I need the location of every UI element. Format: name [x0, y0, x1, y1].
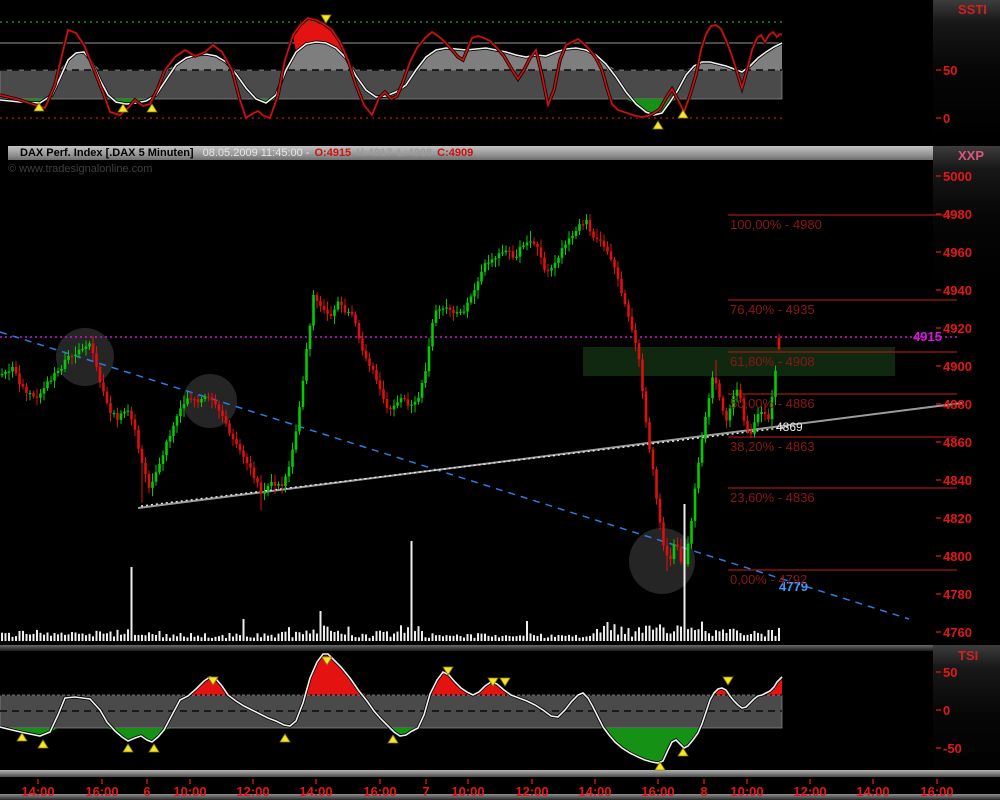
- buy-signal-triangle: [652, 120, 664, 130]
- close-value: C:4909: [437, 147, 474, 159]
- buy-signal-triangle: [677, 747, 689, 757]
- buy-signal-triangle: [279, 733, 291, 743]
- chart-title-bar[interactable]: DAX Perf. Index [.DAX 5 Minuten] 08.05.2…: [8, 146, 933, 160]
- sell-signal-triangle: [722, 676, 734, 686]
- sell-signal-triangle: [499, 677, 511, 687]
- buy-signal-triangle: [37, 739, 49, 749]
- chart-canvas[interactable]: [0, 0, 1000, 800]
- open-value: O:4915: [314, 147, 352, 159]
- low-value: L:4908: [397, 147, 433, 159]
- buy-signal-triangle: [387, 734, 399, 744]
- bar-datetime: 08.05.2009 11:45:00 -: [202, 147, 310, 159]
- instrument-title: DAX Perf. Index [.DAX 5 Minuten]: [20, 147, 194, 159]
- high-value: H:4917: [356, 147, 393, 159]
- buy-signal-triangle: [677, 109, 689, 119]
- watermark: © www.tradesignalonline.com: [8, 163, 153, 175]
- buy-signal-triangle: [148, 743, 160, 753]
- chart-window: SSTI XXP TSI DAX Perf. Index [.DAX 5 Min…: [0, 0, 1000, 800]
- buy-signal-triangle: [122, 743, 134, 753]
